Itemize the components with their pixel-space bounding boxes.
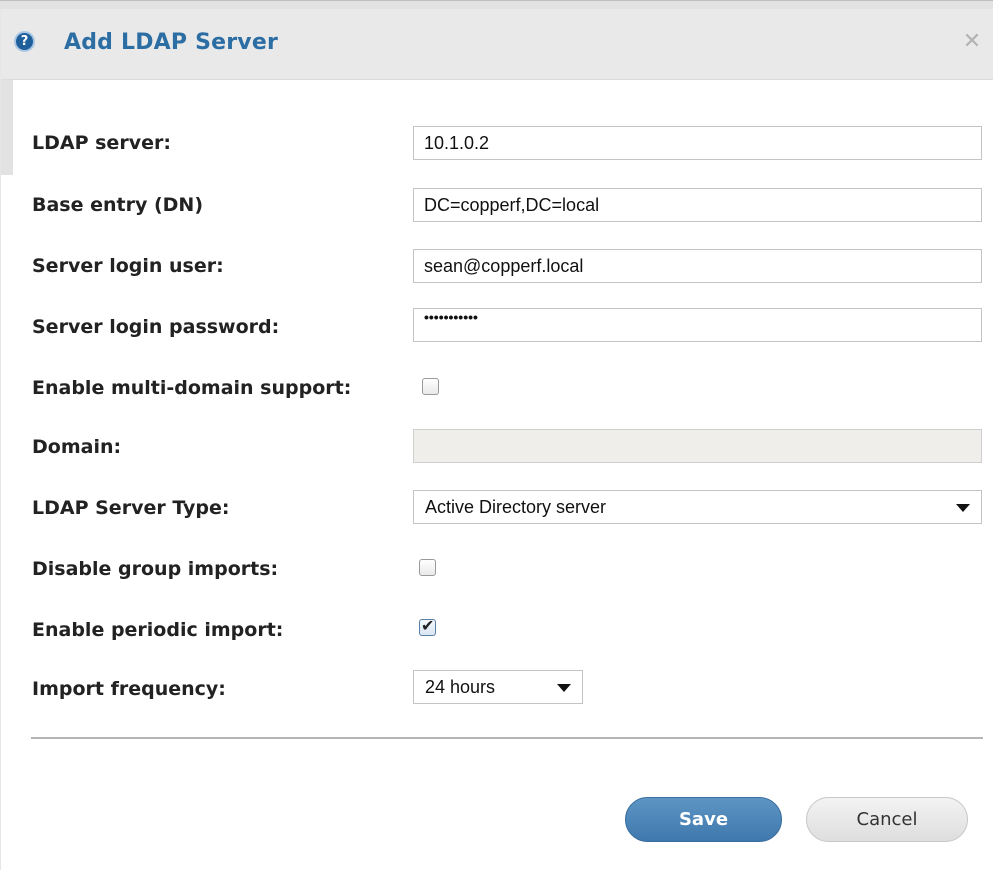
server-type-select[interactable]: Active Directory server bbox=[413, 490, 982, 524]
import-frequency-label: Import frequency: bbox=[32, 678, 226, 700]
dialog-titlebar: ? Add LDAP Server ✕ bbox=[1, 9, 993, 80]
server-type-value: Active Directory server bbox=[425, 497, 607, 517]
chevron-down-icon bbox=[956, 504, 970, 512]
save-button[interactable]: Save bbox=[625, 797, 782, 842]
periodic-import-checkbox[interactable]: ✔ bbox=[419, 616, 436, 636]
disable-group-imports-checkbox[interactable] bbox=[419, 559, 436, 576]
domain-input[interactable] bbox=[413, 429, 982, 463]
multi-domain-checkbox[interactable] bbox=[422, 378, 439, 395]
window-top-edge bbox=[0, 0, 993, 9]
periodic-import-label: Enable periodic import: bbox=[32, 619, 284, 641]
disable-group-imports-label: Disable group imports: bbox=[32, 558, 279, 580]
ldap-server-label: LDAP server: bbox=[32, 132, 171, 154]
close-icon[interactable]: ✕ bbox=[961, 31, 983, 53]
footer-divider bbox=[31, 737, 983, 739]
dialog-title: Add LDAP Server bbox=[64, 30, 278, 55]
login-user-input[interactable] bbox=[413, 249, 982, 283]
base-entry-label: Base entry (DN) bbox=[32, 194, 204, 216]
login-user-label: Server login user: bbox=[32, 255, 224, 277]
cancel-button[interactable]: Cancel bbox=[806, 797, 968, 842]
help-icon[interactable]: ? bbox=[14, 31, 35, 52]
multi-domain-label: Enable multi-domain support: bbox=[32, 377, 352, 399]
base-entry-input[interactable] bbox=[413, 188, 982, 222]
chevron-down-icon bbox=[557, 684, 571, 692]
import-frequency-select[interactable]: 24 hours bbox=[413, 670, 583, 704]
import-frequency-value: 24 hours bbox=[425, 677, 496, 697]
add-ldap-server-dialog: ? Add LDAP Server ✕ LDAP server: Base en… bbox=[0, 9, 993, 870]
checkmark-icon: ✔ bbox=[421, 616, 435, 635]
ldap-server-input[interactable] bbox=[413, 126, 982, 160]
login-password-input[interactable]: ••••••••••• bbox=[413, 308, 982, 342]
server-type-label: LDAP Server Type: bbox=[32, 497, 230, 519]
login-password-label: Server login password: bbox=[32, 316, 280, 338]
background-overlay-edge bbox=[1, 80, 13, 175]
domain-label: Domain: bbox=[32, 436, 122, 458]
